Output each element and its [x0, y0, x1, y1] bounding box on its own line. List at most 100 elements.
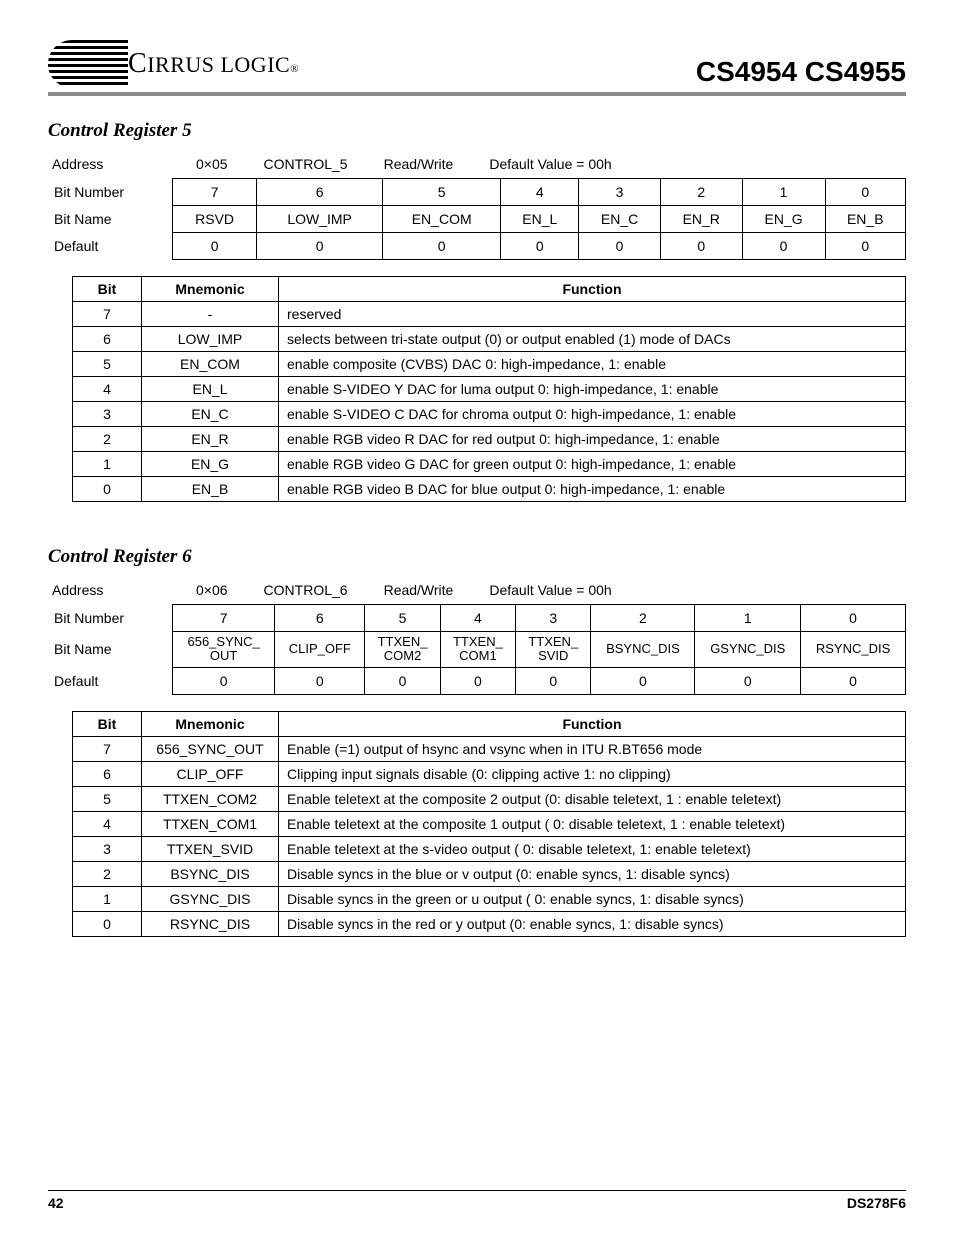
bit-number: 1	[695, 605, 801, 632]
function-row: 2BSYNC_DISDisable syncs in the blue or v…	[73, 861, 906, 886]
default-value: 0	[742, 233, 825, 260]
row-label: Bit Name	[48, 206, 173, 233]
default-value: 0	[440, 667, 515, 694]
default-value: 0	[173, 233, 257, 260]
company-name-rest: IRRUS LOGIC	[147, 52, 290, 78]
company-logo: C IRRUS LOGIC ®	[48, 40, 299, 88]
bit-cell: 1	[73, 886, 142, 911]
header-divider	[48, 92, 906, 96]
function-header-row: Bit Mnemonic Function	[73, 711, 906, 736]
page-footer: 42 DS278F6	[48, 1190, 906, 1211]
bit-name-row: Bit Name 656_SYNC_OUT CLIP_OFF TTXEN_COM…	[48, 632, 906, 668]
default-value: 0	[660, 233, 742, 260]
default-value: 0	[695, 667, 801, 694]
bit-name: TTXEN_COM2	[365, 632, 440, 668]
bit-cell: 7	[73, 302, 142, 327]
function-row: 1EN_Genable RGB video G DAC for green ou…	[73, 452, 906, 477]
bit-number: 3	[516, 605, 591, 632]
function-cell: Clipping input signals disable (0: clipp…	[279, 761, 906, 786]
logo-bars-icon	[48, 40, 128, 88]
bit-cell: 3	[73, 836, 142, 861]
row-label: Bit Name	[48, 632, 173, 668]
bit-number: 0	[825, 179, 905, 206]
mnemonic-cell: EN_COM	[142, 352, 279, 377]
bit-number: 6	[275, 605, 365, 632]
bit-name: LOW_IMP	[257, 206, 383, 233]
bit-name: CLIP_OFF	[275, 632, 365, 668]
access-mode: Read/Write	[384, 582, 454, 598]
function-cell: enable S-VIDEO C DAC for chroma output 0…	[279, 402, 906, 427]
function-row: 4TTXEN_COM1Enable teletext at the compos…	[73, 811, 906, 836]
function-cell: Enable teletext at the composite 1 outpu…	[279, 811, 906, 836]
bit-number: 4	[440, 605, 515, 632]
bit-name: TTXEN_SVID	[516, 632, 591, 668]
section-title: Control Register 5	[48, 120, 906, 142]
col-bit: Bit	[73, 277, 142, 302]
default-value: 0	[801, 667, 906, 694]
bit-cell: 7	[73, 736, 142, 761]
bit-name-row: Bit Name RSVD LOW_IMP EN_COM EN_L EN_C E…	[48, 206, 906, 233]
default-row: Default 0 0 0 0 0 0 0 0	[48, 667, 906, 694]
function-cell: enable composite (CVBS) DAC 0: high-impe…	[279, 352, 906, 377]
bit-number: 6	[257, 179, 383, 206]
default-value: 0	[591, 667, 695, 694]
address-line: Address 0×05 CONTROL_5 Read/Write Defaul…	[52, 156, 906, 172]
bit-name: GSYNC_DIS	[695, 632, 801, 668]
bit-cell: 6	[73, 327, 142, 352]
col-function: Function	[279, 277, 906, 302]
address-label: Address	[52, 156, 160, 172]
bit-name: EN_L	[501, 206, 579, 233]
bit-name: EN_COM	[383, 206, 501, 233]
bit-number-row: Bit Number 7 6 5 4 3 2 1 0	[48, 179, 906, 206]
function-cell: enable RGB video G DAC for green output …	[279, 452, 906, 477]
function-row: 5TTXEN_COM2Enable teletext at the compos…	[73, 786, 906, 811]
section-title: Control Register 6	[48, 546, 906, 568]
default-value: 0	[501, 233, 579, 260]
function-row: 3TTXEN_SVIDEnable teletext at the s-vide…	[73, 836, 906, 861]
bit-name: TTXEN_COM1	[440, 632, 515, 668]
page: C IRRUS LOGIC ® CS4954 CS4955 Control Re…	[0, 0, 954, 1235]
function-cell: Disable syncs in the green or u output (…	[279, 886, 906, 911]
bit-number-row: Bit Number 7 6 5 4 3 2 1 0	[48, 605, 906, 632]
bit-cell: 4	[73, 377, 142, 402]
function-row: 5EN_COMenable composite (CVBS) DAC 0: hi…	[73, 352, 906, 377]
col-mnemonic: Mnemonic	[142, 711, 279, 736]
col-function: Function	[279, 711, 906, 736]
register-name: CONTROL_5	[264, 156, 348, 172]
bit-cell: 2	[73, 861, 142, 886]
product-title: CS4954 CS4955	[696, 56, 906, 88]
bit-definition-table: Bit Number 7 6 5 4 3 2 1 0 Bit Name 656_…	[48, 604, 906, 695]
default-row: Default 0 0 0 0 0 0 0 0	[48, 233, 906, 260]
bit-cell: 0	[73, 911, 142, 936]
function-cell: reserved	[279, 302, 906, 327]
mnemonic-cell: -	[142, 302, 279, 327]
mnemonic-cell: GSYNC_DIS	[142, 886, 279, 911]
bit-cell: 5	[73, 786, 142, 811]
bit-name: EN_C	[579, 206, 661, 233]
bit-cell: 1	[73, 452, 142, 477]
function-row: 0EN_Benable RGB video B DAC for blue out…	[73, 477, 906, 502]
default-value: 0	[257, 233, 383, 260]
mnemonic-cell: TTXEN_COM2	[142, 786, 279, 811]
mnemonic-cell: CLIP_OFF	[142, 761, 279, 786]
row-label: Bit Number	[48, 179, 173, 206]
function-row: 2EN_Renable RGB video R DAC for red outp…	[73, 427, 906, 452]
function-row: 7-reserved	[73, 302, 906, 327]
mnemonic-cell: EN_L	[142, 377, 279, 402]
page-number: 42	[48, 1195, 64, 1211]
default-value: Default Value = 00h	[489, 156, 611, 172]
bit-definition-table: Bit Number 7 6 5 4 3 2 1 0 Bit Name RSVD…	[48, 178, 906, 260]
bit-name: EN_B	[825, 206, 905, 233]
default-value: 0	[275, 667, 365, 694]
bit-name: RSVD	[173, 206, 257, 233]
company-name-letter: C	[128, 48, 147, 80]
default-value: 0	[516, 667, 591, 694]
address-value: 0×06	[196, 582, 228, 598]
function-row: 3EN_Cenable S-VIDEO C DAC for chroma out…	[73, 402, 906, 427]
default-value: 0	[383, 233, 501, 260]
row-label: Default	[48, 667, 173, 694]
company-name: C IRRUS LOGIC ®	[128, 48, 299, 80]
default-value: 0	[579, 233, 661, 260]
row-label: Bit Number	[48, 605, 173, 632]
mnemonic-cell: TTXEN_SVID	[142, 836, 279, 861]
